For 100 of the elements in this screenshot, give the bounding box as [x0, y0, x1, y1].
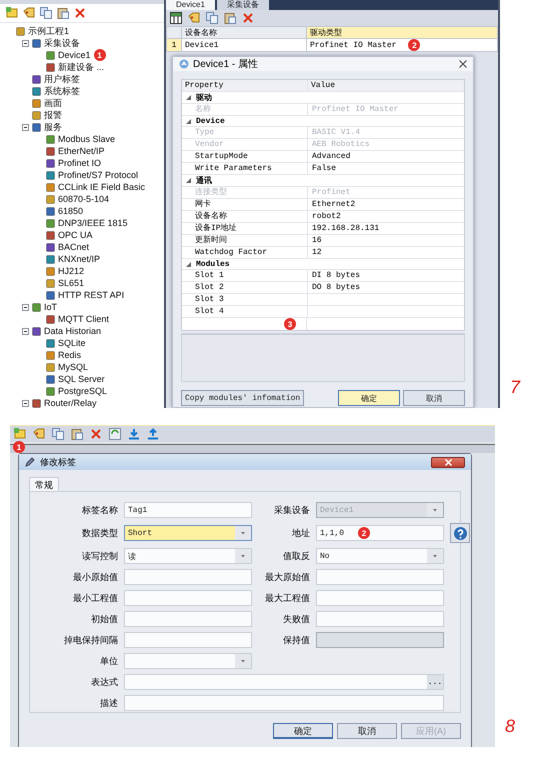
tree-item[interactable]: Device1 — [58, 50, 91, 60]
browse-button[interactable]: ... — [427, 675, 443, 689]
collapse-icon[interactable] — [186, 262, 191, 266]
pencil-icon — [25, 457, 35, 467]
tree-item[interactable]: PostgreSQL — [58, 386, 108, 396]
close-button[interactable] — [431, 456, 465, 468]
table-icon[interactable] — [170, 12, 182, 24]
table-cell: Profinet IO Master — [310, 40, 396, 50]
collapse-toggle[interactable] — [22, 40, 29, 46]
tree-item[interactable]: BACnet — [58, 242, 90, 252]
tree-item[interactable]: Profinet IO — [58, 158, 102, 168]
tree-item[interactable]: MySQL — [58, 362, 88, 372]
collapse-toggle[interactable] — [22, 304, 29, 310]
dialog-button[interactable]: 取消 — [337, 723, 397, 739]
help-button[interactable] — [450, 523, 470, 543]
tree-item[interactable]: 报警 — [44, 108, 62, 122]
dropdown[interactable]: Short — [124, 525, 252, 541]
tree-item[interactable]: KNXnet/IP — [58, 254, 100, 264]
tree-item[interactable]: Data Historian — [44, 326, 102, 336]
tree-item[interactable]: EtherNet/IP — [58, 146, 105, 156]
table-cell: Device1 — [182, 38, 306, 52]
property-name: 更新时间 — [194, 235, 228, 246]
collapse-toggle[interactable] — [22, 400, 29, 406]
copy-button[interactable]: Copy modules' infomation — [181, 390, 304, 406]
dropdown[interactable]: No — [316, 548, 444, 564]
tree-item[interactable]: Profinet/S7 Protocol — [58, 170, 138, 180]
paste-icon[interactable] — [224, 12, 236, 24]
tree-item[interactable]: 系统标签 — [44, 84, 80, 98]
collapse-icon[interactable] — [186, 118, 191, 124]
collapse-icon[interactable] — [186, 178, 191, 183]
close-icon[interactable] — [459, 60, 467, 68]
copy-icon[interactable] — [40, 7, 52, 19]
tree-item[interactable]: 示例工程1 — [28, 24, 70, 38]
tree-item[interactable]: Router/Relay — [44, 398, 97, 408]
dialog-tab[interactable]: 常规 — [29, 477, 59, 491]
input-field[interactable] — [124, 695, 444, 711]
node-icon — [46, 278, 55, 288]
tag-icon[interactable] — [33, 428, 45, 440]
tag-icon[interactable] — [188, 12, 200, 24]
input-field[interactable]: Tag1 — [124, 502, 252, 518]
delete-icon[interactable] — [74, 7, 86, 19]
collapse-toggle[interactable] — [22, 124, 29, 130]
field-label: 单位 — [99, 654, 118, 668]
tree-item[interactable]: IoT — [44, 302, 58, 312]
dialog-button[interactable]: 取消 — [403, 390, 465, 406]
input-field[interactable] — [316, 569, 444, 585]
tree-item[interactable]: DNP3/IEEE 1815 — [58, 218, 128, 228]
collapse-toggle[interactable] — [22, 328, 29, 334]
tree-item[interactable]: MQTT Client — [58, 314, 109, 324]
dialog-button[interactable]: 确定 — [338, 390, 400, 406]
input-field[interactable]: 1,1,0 2 — [316, 525, 444, 541]
input-field[interactable] — [124, 569, 252, 585]
tree-item[interactable]: CCLink IE Field Basic — [58, 182, 146, 192]
input-field[interactable] — [124, 632, 252, 648]
tree-item[interactable]: 采集设备 — [44, 36, 80, 50]
column-header[interactable]: 设备名称 — [182, 26, 306, 38]
node-icon — [46, 338, 55, 348]
download-icon[interactable] — [128, 428, 140, 440]
copy-icon[interactable] — [206, 12, 218, 24]
dropdown[interactable]: 读 — [124, 548, 252, 564]
node-icon — [46, 146, 55, 156]
tree-item[interactable]: SL651 — [58, 278, 84, 288]
delete-icon[interactable] — [242, 12, 254, 24]
collapse-icon[interactable] — [186, 95, 191, 100]
input-field[interactable] — [124, 611, 252, 627]
refresh-icon[interactable] — [109, 428, 121, 440]
tree-item[interactable]: Redis — [58, 350, 82, 360]
add-icon[interactable] — [6, 7, 18, 19]
column-header[interactable]: 驱动类型 — [306, 26, 498, 38]
editor-tab[interactable]: Device1 — [166, 0, 215, 10]
tree-item[interactable]: 新建设备 ... — [58, 60, 104, 74]
tree-item[interactable]: 用户标签 — [44, 72, 80, 86]
tree-item[interactable]: 画面 — [44, 96, 62, 110]
property-name: 连接类型 — [194, 187, 228, 198]
upload-icon[interactable] — [147, 428, 159, 440]
tag-icon[interactable] — [23, 7, 35, 19]
node-icon — [46, 230, 55, 240]
input-field[interactable] — [124, 590, 252, 606]
editor-tab[interactable]: 采集设备 — [216, 0, 269, 10]
paste-icon[interactable] — [71, 428, 83, 440]
tree-item[interactable]: 60870-5-104 — [58, 194, 110, 204]
input-field[interactable] — [316, 590, 444, 606]
input-field[interactable] — [316, 611, 444, 627]
tree-item[interactable]: SQL Server — [58, 374, 105, 384]
tree-item[interactable]: 61850 — [58, 206, 84, 216]
tree-item[interactable]: HTTP REST API — [58, 290, 124, 300]
tree-item[interactable]: 服务 — [44, 120, 62, 134]
property-value: 12 — [307, 247, 464, 258]
tree-item[interactable]: SQLite — [58, 338, 86, 348]
input-field[interactable]: ... — [124, 674, 444, 690]
tree-item[interactable]: OPC UA — [58, 230, 93, 240]
step-marker: 1 — [94, 49, 106, 61]
delete-icon[interactable] — [90, 428, 102, 440]
tree-item[interactable]: Modbus Slave — [58, 134, 116, 144]
paste-icon[interactable] — [57, 7, 69, 19]
copy-icon[interactable] — [52, 428, 64, 440]
dialog-button[interactable]: 确定 — [273, 723, 333, 739]
tree-item[interactable]: HJ212 — [58, 266, 84, 276]
add-icon[interactable] — [14, 428, 26, 440]
property-name: Slot 1 — [194, 270, 225, 281]
